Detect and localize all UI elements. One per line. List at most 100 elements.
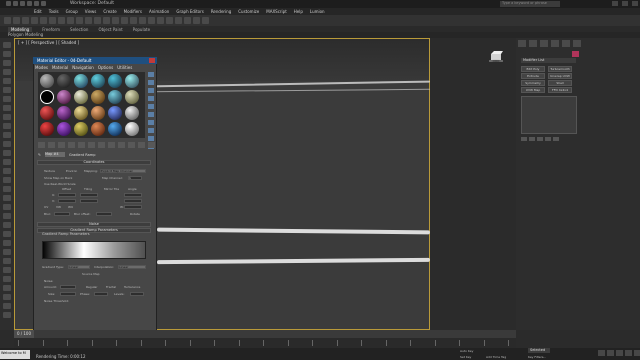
modifier-button[interactable]: Unwrap UVW [548, 73, 572, 79]
tool-icon[interactable] [3, 303, 11, 309]
tool-icon[interactable] [3, 51, 11, 57]
utilities-tab-icon[interactable] [573, 40, 581, 47]
tool-icon[interactable] [3, 159, 11, 165]
rollout-coordinates[interactable]: Coordinates [37, 160, 151, 165]
tool-icon[interactable] [3, 276, 11, 282]
tool-icon[interactable] [3, 177, 11, 183]
schematic-icon[interactable] [166, 17, 173, 24]
material-editor-icon[interactable] [175, 17, 182, 24]
tool-icon[interactable] [3, 168, 11, 174]
sample-slot[interactable] [91, 105, 105, 120]
menu-group[interactable]: Group [66, 9, 78, 14]
tool-icon[interactable] [3, 87, 11, 93]
pan-icon[interactable] [616, 350, 623, 356]
tool-icon[interactable] [3, 258, 11, 264]
v-offset-field[interactable] [58, 199, 76, 203]
time-slider-thumb[interactable]: 0 / 100 [14, 330, 34, 338]
real-world-checkbox[interactable]: Use Real-World Scale [44, 182, 76, 186]
mapping-dropdown[interactable]: Explicit Map Channel [100, 169, 146, 173]
curve-editor-icon[interactable] [157, 17, 164, 24]
align-icon[interactable] [139, 17, 146, 24]
sample-slot[interactable] [125, 121, 139, 136]
tool-icon[interactable] [3, 294, 11, 300]
eyedropper-icon[interactable]: ✎ [38, 153, 41, 157]
map-name-field[interactable]: Map #4 [44, 152, 65, 157]
v-angle-field[interactable] [124, 199, 142, 203]
blur-offset-field[interactable] [96, 212, 112, 216]
environ-radio[interactable]: Environ [66, 169, 77, 173]
tool-icon[interactable] [3, 222, 11, 228]
menu-help[interactable]: Help [294, 9, 303, 14]
fractal-radio[interactable]: Fractal [106, 285, 116, 289]
create-tab-icon[interactable] [518, 40, 526, 47]
tool-icon[interactable] [3, 132, 11, 138]
tool-icon[interactable] [3, 105, 11, 111]
me-side-icon[interactable] [148, 96, 154, 101]
me-menu-modes[interactable]: Modes [35, 65, 48, 70]
object-color-swatch[interactable] [572, 51, 579, 57]
pin-stack-icon[interactable] [521, 137, 527, 141]
go-to-parent-icon[interactable] [138, 142, 145, 148]
sample-slot[interactable] [91, 121, 105, 136]
render-icon[interactable] [202, 17, 209, 24]
w-angle-field[interactable] [124, 205, 142, 209]
link-icon[interactable] [22, 17, 29, 24]
u-angle-field[interactable] [124, 193, 142, 197]
tool-icon[interactable] [3, 267, 11, 273]
tool-icon[interactable] [3, 249, 11, 255]
regular-radio[interactable]: Regular [86, 285, 98, 289]
sample-slot[interactable] [74, 121, 88, 136]
tool-icon[interactable] [3, 69, 11, 75]
sample-slot[interactable] [125, 73, 139, 88]
me-menu-options[interactable]: Options [98, 65, 113, 70]
sample-slot[interactable] [57, 121, 71, 136]
region-icon[interactable] [67, 17, 74, 24]
setkey-button[interactable]: Set Key [460, 355, 471, 359]
gradient-type-dropdown[interactable]: Linear [68, 265, 90, 269]
tool-icon[interactable] [3, 123, 11, 129]
move-icon[interactable] [76, 17, 83, 24]
menu-rendering[interactable]: Rendering [211, 9, 231, 14]
me-side-icon[interactable] [148, 136, 154, 141]
map-channel-field[interactable]: 1 [128, 176, 142, 180]
reset-map-icon[interactable] [68, 142, 75, 148]
map-type-button[interactable]: Gradient Ramp [69, 153, 95, 157]
vw-radio[interactable]: VW [56, 205, 61, 209]
tool-icon[interactable] [3, 96, 11, 102]
display-tab-icon[interactable] [562, 40, 570, 47]
zoom-all-icon[interactable] [607, 350, 614, 356]
me-side-icon[interactable] [148, 120, 154, 125]
sample-slot[interactable] [91, 89, 105, 104]
tool-icon[interactable] [3, 285, 11, 291]
sample-slot[interactable] [57, 105, 71, 120]
assign-material-icon[interactable] [58, 142, 65, 148]
interpolation-dropdown[interactable]: Linear [118, 265, 146, 269]
tool-icon[interactable] [3, 312, 11, 318]
maxscript-listener[interactable]: Welcome to M [0, 350, 30, 359]
copy-material-icon[interactable] [78, 142, 85, 148]
bind-icon[interactable] [40, 17, 47, 24]
sample-slot[interactable] [74, 89, 88, 104]
show-map-checkbox[interactable]: Show Map on Back [44, 176, 72, 180]
minimize-icon[interactable] [612, 1, 618, 6]
select-by-name-icon[interactable] [58, 17, 65, 24]
gradient-ramp-bar[interactable] [42, 241, 146, 259]
go-forward-icon[interactable] [148, 142, 155, 148]
menu-lumion[interactable]: Lumion [310, 9, 325, 14]
phase-field[interactable] [94, 292, 108, 296]
sample-slot[interactable] [108, 105, 122, 120]
put-to-library-icon[interactable] [98, 142, 105, 148]
sample-slot[interactable] [108, 89, 122, 104]
tab-populate[interactable]: Populate [133, 27, 150, 32]
menu-edit[interactable]: Edit [34, 9, 42, 14]
tab-object-paint[interactable]: Object Paint [98, 27, 122, 32]
menu-modifiers[interactable]: Modifiers [124, 9, 142, 14]
mirror-icon[interactable] [130, 17, 137, 24]
modifier-list-dropdown[interactable]: Modifier List [521, 58, 576, 63]
tool-icon[interactable] [3, 231, 11, 237]
menu-animation[interactable]: Animation [149, 9, 169, 14]
redo-icon[interactable] [13, 17, 20, 24]
viewcube-icon[interactable] [489, 50, 503, 62]
tab-freeform[interactable]: Freeform [42, 27, 60, 32]
unlink-icon[interactable] [31, 17, 38, 24]
